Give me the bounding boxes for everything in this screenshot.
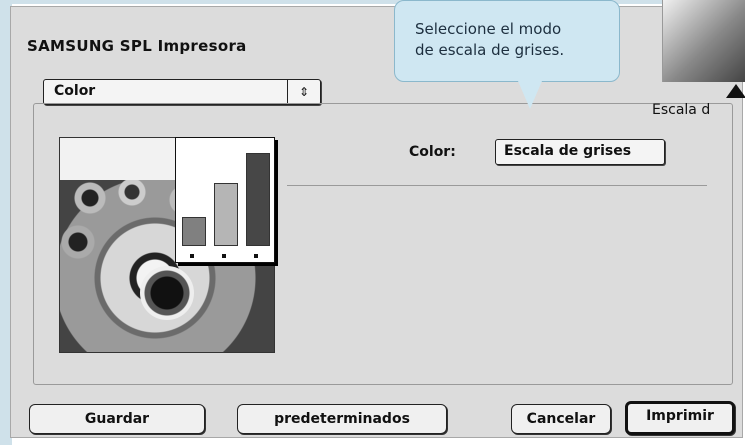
defaults-button[interactable]: predeterminados — [237, 404, 447, 434]
popup-arrows-icon: ⇕ — [287, 80, 320, 104]
preview-flower-center — [140, 266, 194, 320]
panel-menu-label: Color — [54, 83, 96, 99]
color-mode-value: Escala de grises — [504, 143, 632, 159]
color-mode-popup[interactable]: Escala de grises — [495, 139, 665, 165]
instruction-callout: Seleccione el modo de escala de grises. — [394, 0, 620, 82]
preview-bar-2 — [214, 183, 238, 246]
grayscale-sample-caption: Escala d — [652, 102, 711, 118]
page-top-strip — [0, 0, 745, 4]
cancel-button[interactable]: Cancelar — [511, 404, 611, 434]
separator-line — [287, 185, 707, 186]
save-button[interactable]: Guardar — [29, 404, 205, 434]
panel-menu-popup[interactable]: Color ⇕ — [43, 79, 321, 105]
preview-tick-1 — [190, 254, 194, 258]
callout-line-2: de escala de grises. — [415, 41, 565, 59]
print-button[interactable]: Imprimir — [625, 401, 735, 435]
grayscale-sample-image — [662, 0, 745, 82]
pointer-arrow-icon — [726, 84, 745, 98]
preview-panel — [59, 137, 275, 353]
callout-pointer — [518, 81, 542, 109]
callout-text: Seleccione el modo de escala de grises. — [415, 19, 564, 61]
callout-line-1: Seleccione el modo — [415, 20, 562, 38]
preview-bar-3 — [246, 153, 270, 246]
preview-bar-graphic — [175, 137, 275, 263]
dialog-title: SAMSUNG SPL Impresora — [27, 37, 247, 55]
printer-dialog: SAMSUNG SPL Impresora Color ⇕ Color: Esc… — [10, 6, 743, 438]
color-mode-label: Color: — [409, 144, 456, 160]
preview-tick-2 — [222, 254, 226, 258]
preview-tick-3 — [254, 254, 258, 258]
preview-bar-1 — [182, 217, 206, 246]
